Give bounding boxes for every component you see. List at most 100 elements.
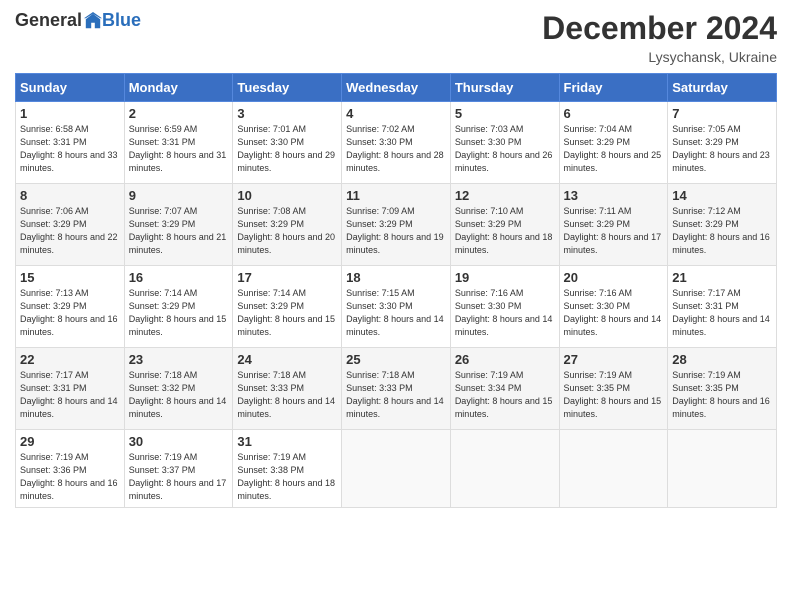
day-info: Sunrise: 7:19 AM Sunset: 3:36 PM Dayligh… xyxy=(20,451,120,503)
day-number: 20 xyxy=(564,270,664,285)
logo-blue: Blue xyxy=(102,10,141,31)
day-number: 24 xyxy=(237,352,337,367)
day-info: Sunrise: 7:08 AM Sunset: 3:29 PM Dayligh… xyxy=(237,205,337,257)
table-row: 17 Sunrise: 7:14 AM Sunset: 3:29 PM Dayl… xyxy=(233,266,342,348)
day-number: 18 xyxy=(346,270,446,285)
table-row xyxy=(342,430,451,508)
day-info: Sunrise: 7:04 AM Sunset: 3:29 PM Dayligh… xyxy=(564,123,664,175)
day-info: Sunrise: 7:16 AM Sunset: 3:30 PM Dayligh… xyxy=(455,287,555,339)
table-row: 23 Sunrise: 7:18 AM Sunset: 3:32 PM Dayl… xyxy=(124,348,233,430)
table-row: 15 Sunrise: 7:13 AM Sunset: 3:29 PM Dayl… xyxy=(16,266,125,348)
day-info: Sunrise: 7:15 AM Sunset: 3:30 PM Dayligh… xyxy=(346,287,446,339)
day-info: Sunrise: 7:16 AM Sunset: 3:30 PM Dayligh… xyxy=(564,287,664,339)
day-info: Sunrise: 7:09 AM Sunset: 3:29 PM Dayligh… xyxy=(346,205,446,257)
table-row: 2 Sunrise: 6:59 AM Sunset: 3:31 PM Dayli… xyxy=(124,102,233,184)
col-friday: Friday xyxy=(559,74,668,102)
calendar-table: Sunday Monday Tuesday Wednesday Thursday… xyxy=(15,73,777,508)
day-number: 19 xyxy=(455,270,555,285)
table-row: 20 Sunrise: 7:16 AM Sunset: 3:30 PM Dayl… xyxy=(559,266,668,348)
day-number: 26 xyxy=(455,352,555,367)
table-row: 6 Sunrise: 7:04 AM Sunset: 3:29 PM Dayli… xyxy=(559,102,668,184)
day-info: Sunrise: 7:19 AM Sunset: 3:37 PM Dayligh… xyxy=(129,451,229,503)
day-number: 25 xyxy=(346,352,446,367)
day-info: Sunrise: 7:11 AM Sunset: 3:29 PM Dayligh… xyxy=(564,205,664,257)
day-number: 23 xyxy=(129,352,229,367)
table-row: 18 Sunrise: 7:15 AM Sunset: 3:30 PM Dayl… xyxy=(342,266,451,348)
day-info: Sunrise: 7:19 AM Sunset: 3:35 PM Dayligh… xyxy=(672,369,772,421)
day-info: Sunrise: 7:01 AM Sunset: 3:30 PM Dayligh… xyxy=(237,123,337,175)
col-wednesday: Wednesday xyxy=(342,74,451,102)
table-row: 1 Sunrise: 6:58 AM Sunset: 3:31 PM Dayli… xyxy=(16,102,125,184)
day-number: 6 xyxy=(564,106,664,121)
day-info: Sunrise: 7:18 AM Sunset: 3:33 PM Dayligh… xyxy=(237,369,337,421)
day-number: 11 xyxy=(346,188,446,203)
table-row: 16 Sunrise: 7:14 AM Sunset: 3:29 PM Dayl… xyxy=(124,266,233,348)
table-row: 27 Sunrise: 7:19 AM Sunset: 3:35 PM Dayl… xyxy=(559,348,668,430)
day-number: 2 xyxy=(129,106,229,121)
table-row: 21 Sunrise: 7:17 AM Sunset: 3:31 PM Dayl… xyxy=(668,266,777,348)
day-number: 29 xyxy=(20,434,120,449)
day-number: 17 xyxy=(237,270,337,285)
table-row xyxy=(559,430,668,508)
day-number: 7 xyxy=(672,106,772,121)
day-info: Sunrise: 7:07 AM Sunset: 3:29 PM Dayligh… xyxy=(129,205,229,257)
table-row: 9 Sunrise: 7:07 AM Sunset: 3:29 PM Dayli… xyxy=(124,184,233,266)
logo-general: General xyxy=(15,10,82,31)
day-number: 15 xyxy=(20,270,120,285)
month-title: December 2024 xyxy=(542,10,777,47)
day-number: 30 xyxy=(129,434,229,449)
table-row: 22 Sunrise: 7:17 AM Sunset: 3:31 PM Dayl… xyxy=(16,348,125,430)
day-info: Sunrise: 7:17 AM Sunset: 3:31 PM Dayligh… xyxy=(20,369,120,421)
table-row: 24 Sunrise: 7:18 AM Sunset: 3:33 PM Dayl… xyxy=(233,348,342,430)
day-number: 3 xyxy=(237,106,337,121)
day-info: Sunrise: 7:03 AM Sunset: 3:30 PM Dayligh… xyxy=(455,123,555,175)
day-info: Sunrise: 7:18 AM Sunset: 3:32 PM Dayligh… xyxy=(129,369,229,421)
day-info: Sunrise: 7:13 AM Sunset: 3:29 PM Dayligh… xyxy=(20,287,120,339)
logo-icon xyxy=(84,12,102,30)
day-info: Sunrise: 7:17 AM Sunset: 3:31 PM Dayligh… xyxy=(672,287,772,339)
day-number: 8 xyxy=(20,188,120,203)
day-info: Sunrise: 7:19 AM Sunset: 3:38 PM Dayligh… xyxy=(237,451,337,503)
table-row: 31 Sunrise: 7:19 AM Sunset: 3:38 PM Dayl… xyxy=(233,430,342,508)
location: Lysychansk, Ukraine xyxy=(542,49,777,65)
header: General Blue December 2024 Lysychansk, U… xyxy=(15,10,777,65)
table-row xyxy=(450,430,559,508)
day-number: 5 xyxy=(455,106,555,121)
day-number: 31 xyxy=(237,434,337,449)
table-row: 10 Sunrise: 7:08 AM Sunset: 3:29 PM Dayl… xyxy=(233,184,342,266)
table-row: 29 Sunrise: 7:19 AM Sunset: 3:36 PM Dayl… xyxy=(16,430,125,508)
day-info: Sunrise: 7:19 AM Sunset: 3:34 PM Dayligh… xyxy=(455,369,555,421)
day-number: 1 xyxy=(20,106,120,121)
table-row: 3 Sunrise: 7:01 AM Sunset: 3:30 PM Dayli… xyxy=(233,102,342,184)
title-section: December 2024 Lysychansk, Ukraine xyxy=(542,10,777,65)
day-number: 13 xyxy=(564,188,664,203)
col-sunday: Sunday xyxy=(16,74,125,102)
day-info: Sunrise: 7:14 AM Sunset: 3:29 PM Dayligh… xyxy=(237,287,337,339)
day-number: 14 xyxy=(672,188,772,203)
col-monday: Monday xyxy=(124,74,233,102)
day-info: Sunrise: 7:14 AM Sunset: 3:29 PM Dayligh… xyxy=(129,287,229,339)
day-number: 12 xyxy=(455,188,555,203)
day-info: Sunrise: 7:06 AM Sunset: 3:29 PM Dayligh… xyxy=(20,205,120,257)
table-row xyxy=(668,430,777,508)
table-row: 8 Sunrise: 7:06 AM Sunset: 3:29 PM Dayli… xyxy=(16,184,125,266)
logo: General Blue xyxy=(15,10,141,31)
day-info: Sunrise: 6:59 AM Sunset: 3:31 PM Dayligh… xyxy=(129,123,229,175)
day-number: 16 xyxy=(129,270,229,285)
page: General Blue December 2024 Lysychansk, U… xyxy=(0,0,792,612)
table-row: 11 Sunrise: 7:09 AM Sunset: 3:29 PM Dayl… xyxy=(342,184,451,266)
table-row: 7 Sunrise: 7:05 AM Sunset: 3:29 PM Dayli… xyxy=(668,102,777,184)
col-saturday: Saturday xyxy=(668,74,777,102)
day-number: 4 xyxy=(346,106,446,121)
day-info: Sunrise: 7:02 AM Sunset: 3:30 PM Dayligh… xyxy=(346,123,446,175)
table-row: 25 Sunrise: 7:18 AM Sunset: 3:33 PM Dayl… xyxy=(342,348,451,430)
table-row: 14 Sunrise: 7:12 AM Sunset: 3:29 PM Dayl… xyxy=(668,184,777,266)
table-row: 5 Sunrise: 7:03 AM Sunset: 3:30 PM Dayli… xyxy=(450,102,559,184)
header-row: Sunday Monday Tuesday Wednesday Thursday… xyxy=(16,74,777,102)
table-row: 13 Sunrise: 7:11 AM Sunset: 3:29 PM Dayl… xyxy=(559,184,668,266)
day-number: 28 xyxy=(672,352,772,367)
day-info: Sunrise: 7:10 AM Sunset: 3:29 PM Dayligh… xyxy=(455,205,555,257)
day-number: 27 xyxy=(564,352,664,367)
day-number: 22 xyxy=(20,352,120,367)
day-info: Sunrise: 7:19 AM Sunset: 3:35 PM Dayligh… xyxy=(564,369,664,421)
